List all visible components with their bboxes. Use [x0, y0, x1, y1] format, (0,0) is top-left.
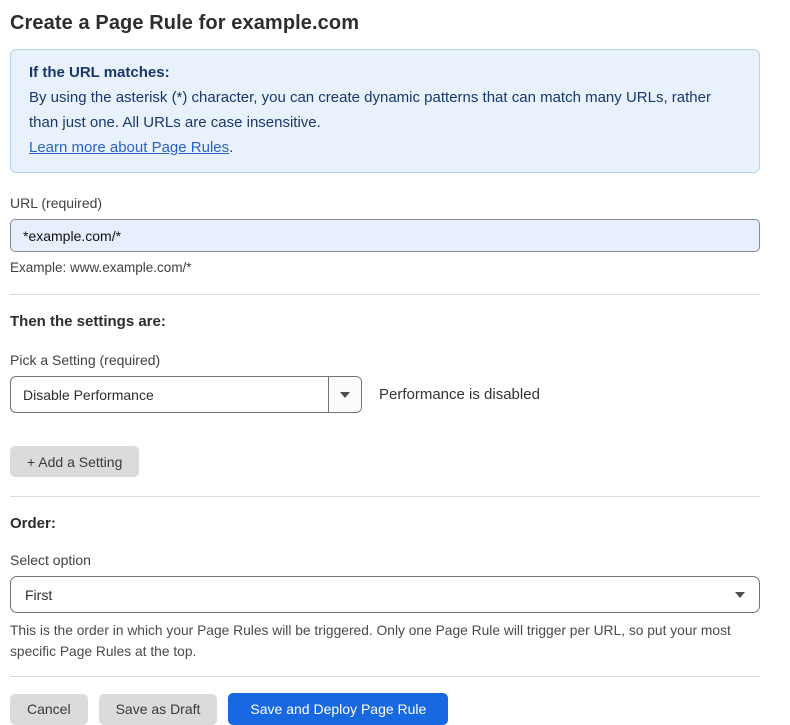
- divider: [10, 294, 760, 295]
- learn-more-link[interactable]: Learn more about Page Rules: [29, 139, 229, 156]
- order-help-text: This is the order in which your Page Rul…: [10, 620, 758, 662]
- setting-dropdown[interactable]: Disable Performance: [10, 376, 362, 413]
- divider: [10, 676, 760, 677]
- info-box-body: By using the asterisk (*) character, you…: [29, 85, 741, 160]
- save-and-deploy-button[interactable]: Save and Deploy Page Rule: [228, 693, 448, 725]
- settings-section-heading: Then the settings are:: [10, 313, 760, 330]
- info-box-body-text: By using the asterisk (*) character, you…: [29, 89, 711, 131]
- setting-row: Disable Performance Performance is disab…: [10, 376, 760, 413]
- link-period: .: [229, 139, 233, 156]
- save-as-draft-button[interactable]: Save as Draft: [99, 694, 218, 725]
- setting-dropdown-arrow-button[interactable]: [328, 377, 361, 412]
- add-setting-button[interactable]: + Add a Setting: [10, 446, 139, 477]
- url-example-text: Example: www.example.com/*: [10, 260, 760, 275]
- order-section-heading: Order:: [10, 515, 760, 532]
- page-title: Create a Page Rule for example.com: [10, 12, 760, 35]
- url-match-info-box: If the URL matches: By using the asteris…: [10, 49, 760, 173]
- cancel-button[interactable]: Cancel: [10, 694, 88, 725]
- footer-button-row: Cancel Save as Draft Save and Deploy Pag…: [10, 693, 760, 725]
- divider: [10, 496, 760, 497]
- info-box-heading: If the URL matches:: [29, 60, 741, 85]
- pick-setting-label: Pick a Setting (required): [10, 352, 760, 368]
- caret-down-icon: [340, 392, 350, 398]
- url-input[interactable]: [10, 219, 760, 252]
- order-select-label: Select option: [10, 552, 760, 568]
- setting-status-text: Performance is disabled: [379, 386, 540, 403]
- url-label: URL (required): [10, 195, 760, 211]
- setting-dropdown-value: Disable Performance: [11, 377, 328, 412]
- order-select-value: First: [25, 587, 52, 603]
- create-page-rule-form: Create a Page Rule for example.com If th…: [0, 0, 790, 725]
- order-select[interactable]: First: [10, 576, 760, 613]
- caret-down-icon: [735, 592, 745, 598]
